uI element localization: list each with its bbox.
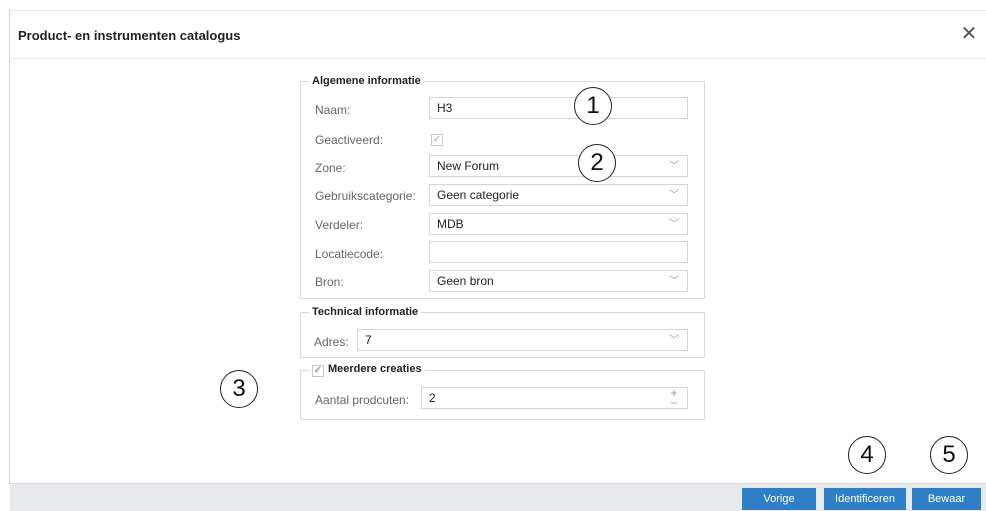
location-field[interactable] [429,241,688,263]
source-label: Bron: [315,275,344,289]
address-select[interactable]: 7 ﹀ [357,329,688,351]
address-label: Adres: [314,335,349,349]
title-separator [10,58,986,59]
zone-value: New Forum [437,159,500,173]
multiple-creations-label: Meerdere creaties [328,363,422,375]
dialog-left-border [9,10,10,484]
stepper-plus-minus-icon[interactable]: + − [669,387,679,409]
address-value: 7 [365,333,372,347]
save-button[interactable]: Bewaar [912,488,981,510]
distributor-value: MDB [437,217,464,231]
distributor-select[interactable]: MDB ﹀ [429,213,688,235]
callout-1: 1 [574,87,612,125]
activated-label: Geactiveerd: [315,133,384,147]
chevron-down-icon: ﹀ [669,276,679,287]
name-field[interactable]: H3 [429,97,688,119]
location-label: Locatiecode: [315,247,384,261]
technical-info-legend: Technical informatie [312,306,419,318]
dialog-title: Product- en instrumenten catalogus [18,28,241,43]
count-value: 2 [429,391,436,405]
usage-label: Gebruikscategorie: [315,189,416,203]
general-info-legend: Algemene informatie [312,75,421,87]
zone-label: Zone: [315,161,346,175]
name-label: Naam: [315,103,351,117]
callout-5: 5 [930,436,968,474]
chevron-down-icon: ﹀ [669,335,679,346]
multiple-creations-checkbox[interactable]: ✓ [312,365,324,377]
close-icon[interactable]: ✕ [958,23,980,45]
callout-3: 3 [220,370,258,408]
chevron-down-icon: ﹀ [669,190,679,201]
callout-2: 2 [578,144,616,182]
usage-value: Geen categorie [437,188,520,202]
chevron-down-icon: ﹀ [669,219,679,230]
previous-button[interactable]: Vorige [742,488,816,510]
source-value: Geen bron [437,274,494,288]
identify-button[interactable]: Identificeren [824,488,906,510]
distributor-label: Verdeler: [315,218,364,232]
count-label: Aantal prodcuten: [315,393,410,407]
chevron-down-icon: ﹀ [669,161,679,172]
activated-checkbox[interactable]: ✓ [431,134,443,146]
callout-4: 4 [848,436,886,474]
usage-select[interactable]: Geen categorie ﹀ [429,184,688,206]
count-stepper[interactable]: 2 + − [421,387,688,409]
source-select[interactable]: Geen bron ﹀ [429,270,688,292]
zone-select[interactable]: New Forum ﹀ [429,155,688,177]
multiple-creations-legend: ✓ Meerdere creaties [309,363,425,377]
